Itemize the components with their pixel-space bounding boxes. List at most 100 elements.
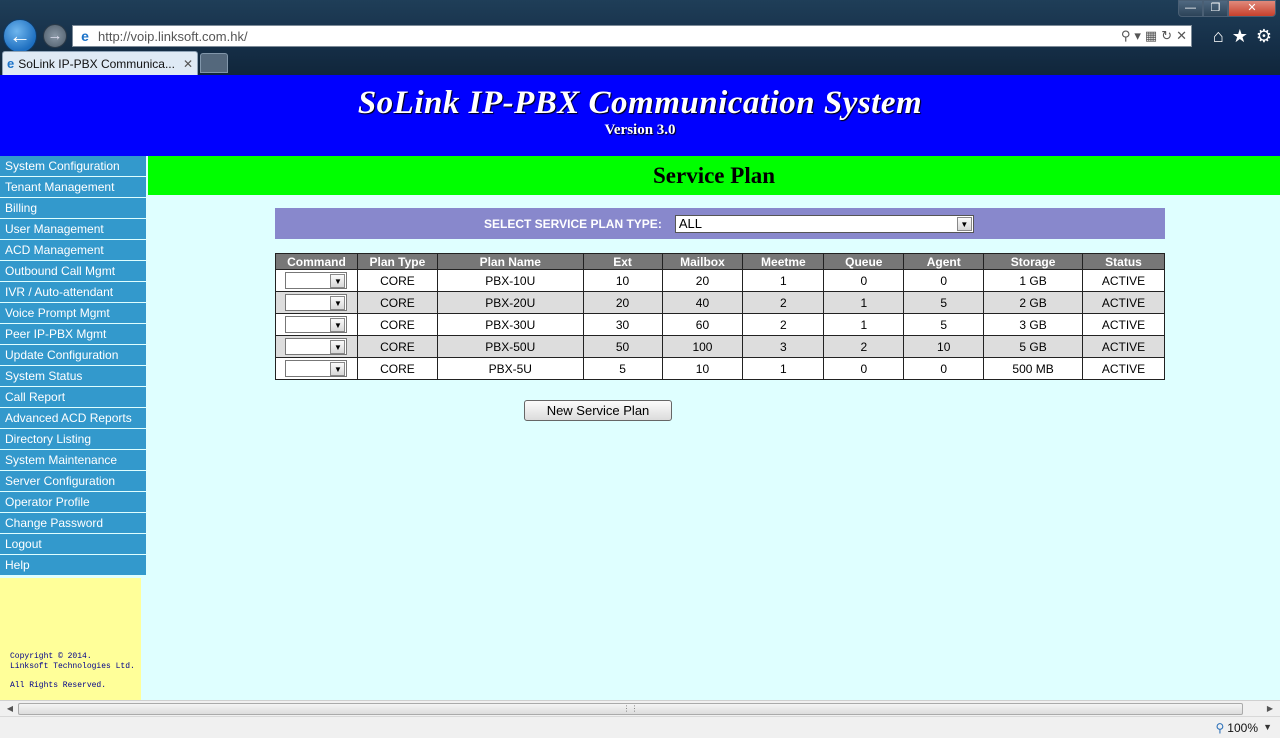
sidebar-item-voice-prompt-mgmt[interactable]: Voice Prompt Mgmt [0, 303, 146, 324]
cell-plan-name: PBX-10U [436, 269, 584, 292]
zoom-dropdown-icon[interactable]: ▼ [1263, 722, 1272, 732]
cell-plan-name: PBX-50U [436, 335, 584, 358]
sidebar-item-billing[interactable]: Billing [0, 198, 146, 219]
maximize-icon[interactable]: ❐ [1203, 0, 1228, 17]
minimize-icon[interactable]: — [1178, 0, 1203, 17]
app-title: SoLink IP-PBX Communication System [357, 85, 923, 121]
cell-queue: 2 [823, 335, 905, 358]
cell-mailbox: 40 [661, 291, 744, 314]
stop-icon[interactable]: ✕ [1176, 28, 1187, 44]
settings-gear-icon[interactable]: ⚙ [1256, 26, 1272, 47]
address-url[interactable]: http://voip.linksoft.com.hk/ [98, 29, 1121, 44]
home-icon[interactable]: ⌂ [1213, 26, 1224, 47]
copyright-company: Linksoft Technologies Ltd. [10, 661, 135, 671]
sidebar-item-directory-listing[interactable]: Directory Listing [0, 429, 146, 450]
cell-status: ACTIVE [1082, 269, 1165, 292]
browser-toolbar-icons: ⌂ ★ ⚙ [1213, 26, 1272, 47]
cell-mailbox: 20 [661, 269, 744, 292]
chevron-down-icon[interactable]: ▼ [956, 216, 972, 231]
sidebar-item-ivr-auto-attendant[interactable]: IVR / Auto-attendant [0, 282, 146, 303]
cell-plan-type: CORE [356, 335, 438, 358]
cell-plan-name: PBX-20U [436, 291, 584, 314]
cell-status: ACTIVE [1082, 291, 1165, 314]
sidebar-item-tenant-management[interactable]: Tenant Management [0, 177, 146, 198]
sidebar-item-operator-profile[interactable]: Operator Profile [0, 492, 146, 513]
new-tab-button[interactable] [200, 53, 228, 73]
close-tab-icon[interactable]: ✕ [183, 57, 193, 71]
main-content: Service Plan SELECT SERVICE PLAN TYPE: A… [146, 156, 1280, 700]
copyright-spacer [10, 671, 141, 681]
sidebar-item-system-maintenance[interactable]: System Maintenance [0, 450, 146, 471]
table-row: ▼ CORE PBX-5U 5 10 1 0 0 500 MB ACTIVE [275, 357, 1165, 380]
cell-storage: 500 MB [983, 357, 1084, 380]
browser-tab-active[interactable]: e SoLink IP-PBX Communica... ✕ [2, 51, 198, 75]
sidebar-item-call-report[interactable]: Call Report [0, 387, 146, 408]
cell-meetme: 2 [742, 313, 825, 336]
horizontal-scrollbar[interactable]: ◀ ⋮⋮ ▶ [0, 700, 1280, 716]
search-icon[interactable]: ⚲ [1121, 28, 1131, 44]
address-bar[interactable]: e http://voip.linksoft.com.hk/ ⚲ ▾ ▦ ↻ ✕ [72, 25, 1192, 47]
sidebar-item-outbound-call-mgmt[interactable]: Outbound Call Mgmt [0, 261, 146, 282]
cell-plan-type: CORE [356, 357, 438, 380]
cell-mailbox: 10 [661, 357, 744, 380]
sidebar-item-user-management[interactable]: User Management [0, 219, 146, 240]
scroll-left-icon[interactable]: ◀ [2, 702, 18, 716]
chevron-down-icon[interactable]: ▼ [330, 273, 346, 288]
sidebar-item-help[interactable]: Help [0, 555, 146, 576]
compat-view-icon[interactable]: ▦ [1145, 28, 1157, 44]
close-window-icon[interactable]: ✕ [1228, 0, 1276, 17]
cell-status: ACTIVE [1082, 357, 1165, 380]
plan-type-value: ALL [678, 216, 702, 231]
command-select[interactable]: ▼ [285, 338, 348, 355]
table-row: ▼ CORE PBX-50U 50 100 3 2 10 5 GB ACTIVE [275, 335, 1165, 358]
col-header-plan-type: Plan Type [356, 253, 438, 270]
sidebar-item-update-configuration[interactable]: Update Configuration [0, 345, 146, 366]
sidebar-item-advanced-acd-reports[interactable]: Advanced ACD Reports [0, 408, 146, 429]
zoom-icon: ⚲ [1215, 721, 1225, 735]
command-select[interactable]: ▼ [285, 272, 348, 289]
cell-queue: 1 [823, 291, 905, 314]
cell-mailbox: 100 [661, 335, 744, 358]
cell-command: ▼ [275, 335, 358, 358]
sidebar-item-logout[interactable]: Logout [0, 534, 146, 555]
cell-meetme: 2 [742, 291, 825, 314]
sidebar-item-peer-ip-pbx-mgmt[interactable]: Peer IP-PBX Mgmt [0, 324, 146, 345]
cell-agent: 0 [903, 269, 985, 292]
cell-storage: 1 GB [983, 269, 1084, 292]
refresh-icon[interactable]: ↻ [1161, 28, 1172, 44]
sidebar-item-change-password[interactable]: Change Password [0, 513, 146, 534]
chevron-down-icon[interactable]: ▼ [330, 317, 346, 332]
plan-type-select[interactable]: ALL ▼ [674, 214, 974, 233]
copyright-box: Copyright © 2014. Linksoft Technologies … [0, 578, 141, 700]
sidebar-item-server-configuration[interactable]: Server Configuration [0, 471, 146, 492]
filter-label: SELECT SERVICE PLAN TYPE: [484, 216, 662, 231]
new-service-plan-button[interactable]: New Service Plan [524, 400, 672, 421]
zoom-control[interactable]: ⚲ 100% [1216, 721, 1259, 735]
page-title: Service Plan [653, 163, 775, 188]
col-header-queue: Queue [823, 253, 905, 270]
sidebar-item-system-configuration[interactable]: System Configuration [0, 156, 146, 177]
command-select[interactable]: ▼ [285, 360, 348, 377]
window-controls: — ❐ ✕ [1178, 0, 1276, 17]
col-header-command: Command [275, 253, 358, 270]
dropdown-icon[interactable]: ▾ [1134, 28, 1141, 44]
chevron-down-icon[interactable]: ▼ [330, 339, 346, 354]
scroll-right-icon[interactable]: ▶ [1262, 702, 1278, 716]
cell-command: ▼ [275, 269, 358, 292]
chevron-down-icon[interactable]: ▼ [330, 295, 346, 310]
cell-plan-name: PBX-5U [436, 357, 584, 380]
forward-arrow-icon[interactable]: → [43, 24, 67, 48]
chevron-down-icon[interactable]: ▼ [330, 361, 346, 376]
cell-ext: 50 [582, 335, 663, 358]
cell-command: ▼ [275, 291, 358, 314]
favorites-star-icon[interactable]: ★ [1232, 26, 1248, 47]
back-arrow-icon[interactable]: ← [3, 19, 37, 53]
command-select[interactable]: ▼ [285, 294, 348, 311]
sidebar-item-system-status[interactable]: System Status [0, 366, 146, 387]
command-select[interactable]: ▼ [285, 316, 348, 333]
cell-queue: 0 [823, 269, 905, 292]
tab-title: SoLink IP-PBX Communica... [18, 56, 175, 71]
sidebar-item-acd-management[interactable]: ACD Management [0, 240, 146, 261]
cell-queue: 0 [823, 357, 905, 380]
scroll-thumb[interactable]: ⋮⋮ [18, 703, 1243, 715]
